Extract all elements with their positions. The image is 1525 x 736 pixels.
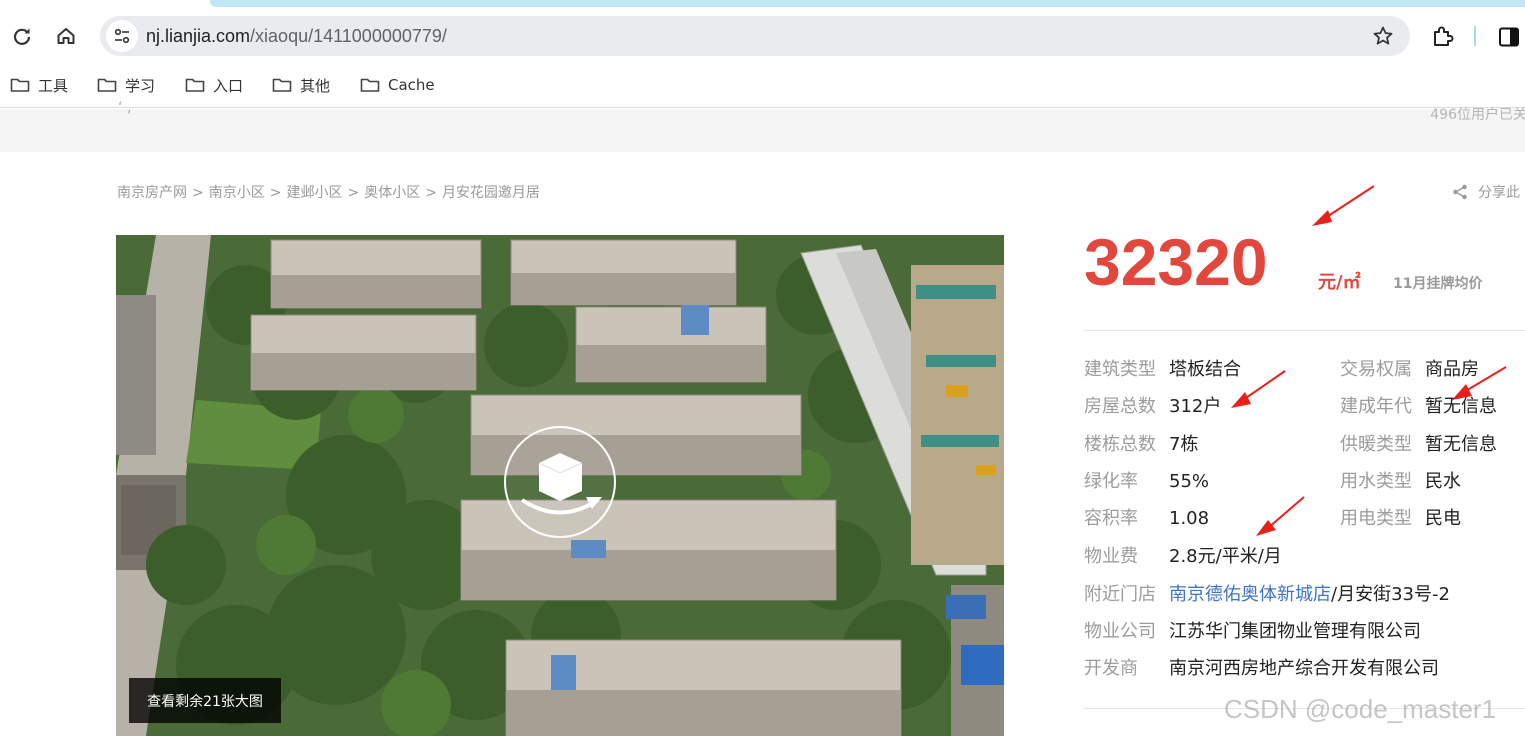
breadcrumb-separator: > bbox=[192, 185, 204, 201]
price-divider bbox=[1084, 330, 1525, 331]
bookmark-label: Cache bbox=[388, 76, 435, 94]
home-icon[interactable] bbox=[52, 22, 80, 50]
extensions-icon[interactable] bbox=[1430, 24, 1456, 50]
info-label: 供暖类型 bbox=[1340, 434, 1412, 455]
folder-icon bbox=[97, 78, 117, 92]
breadcrumb-item[interactable]: 建邺小区 bbox=[286, 185, 342, 201]
view-more-photos-button[interactable]: 查看剩余21张大图 bbox=[129, 678, 281, 723]
info-label: 开发商 bbox=[1084, 658, 1138, 679]
vr-360-icon[interactable] bbox=[504, 426, 616, 538]
bookmark-folder-tools[interactable]: 工具 bbox=[10, 74, 68, 96]
annotation-arrow-price bbox=[1312, 185, 1375, 226]
address-bar[interactable]: nj.lianjia.com/xiaoqu/1411000000779/ bbox=[100, 16, 1410, 56]
info-value: 55% bbox=[1169, 471, 1210, 492]
bookmark-label: 学习 bbox=[125, 76, 156, 95]
reload-icon[interactable] bbox=[8, 22, 36, 50]
breadcrumb-current[interactable]: 月安花园邀月居 bbox=[442, 185, 540, 201]
bookmark-folder-cache[interactable]: Cache bbox=[360, 74, 435, 96]
tab-strip bbox=[0, 0, 1525, 8]
breadcrumb-separator: > bbox=[425, 185, 437, 201]
annotation-arrow-property-fee bbox=[1256, 496, 1305, 536]
average-price: 32320 bbox=[1084, 225, 1268, 299]
info-label: 建筑类型 bbox=[1084, 359, 1156, 380]
site-info-icon[interactable] bbox=[106, 20, 138, 52]
nearby-store-link[interactable]: 南京德佑奥体新城店 bbox=[1169, 584, 1331, 605]
toolbar-divider bbox=[1474, 26, 1476, 46]
bookmark-folder-other[interactable]: 其他 bbox=[272, 74, 330, 96]
info-label: 建成年代 bbox=[1340, 396, 1412, 417]
bookmark-label: 工具 bbox=[38, 76, 69, 95]
breadcrumb-separator: > bbox=[269, 185, 282, 201]
community-aerial-photo[interactable]: 查看剩余21张大图 bbox=[116, 235, 1004, 736]
info-label: 楼栋总数 bbox=[1084, 434, 1156, 455]
breadcrumb-item[interactable]: 南京小区 bbox=[209, 185, 265, 201]
price-note: 11月挂牌均价 bbox=[1393, 276, 1483, 292]
info-value: 2.8元/平米/月 bbox=[1169, 546, 1282, 567]
info-value: 民水 bbox=[1425, 471, 1461, 492]
share-icon bbox=[1453, 184, 1467, 200]
share-label: 分享此 bbox=[1478, 185, 1520, 201]
info-label: 用电类型 bbox=[1340, 508, 1412, 529]
bookmark-folder-study[interactable]: 学习 bbox=[97, 74, 155, 96]
store-address: /月安街33号-2 bbox=[1331, 584, 1450, 605]
breadcrumb-item[interactable]: 奥体小区 bbox=[364, 185, 420, 201]
info-label: 交易权属 bbox=[1340, 359, 1412, 380]
tab-bar bbox=[210, 0, 1525, 7]
folder-icon bbox=[360, 78, 380, 92]
info-value: 暂无信息 bbox=[1425, 434, 1497, 455]
aerial-image bbox=[116, 235, 1004, 736]
info-value: 312户 bbox=[1169, 396, 1222, 417]
bookmark-folder-entry[interactable]: 入口 bbox=[185, 74, 243, 96]
breadcrumb-item[interactable]: 南京房产网 bbox=[117, 185, 187, 201]
info-value: 1.08 bbox=[1169, 508, 1210, 529]
info-value: 南京河西房地产综合开发有限公司 bbox=[1169, 658, 1439, 679]
bookmark-label: 入口 bbox=[213, 76, 244, 95]
folder-icon bbox=[185, 78, 205, 92]
side-panel-icon[interactable] bbox=[1498, 26, 1520, 48]
folder-icon bbox=[10, 78, 30, 92]
breadcrumb: 南京房产网 > 南京小区 > 建邺小区 > 奥体小区 > 月安花园邀月居 bbox=[117, 182, 540, 202]
breadcrumb-separator: > bbox=[347, 185, 360, 201]
info-value: 南京德佑奥体新城店/月安街33号-2 bbox=[1169, 583, 1450, 607]
url-text: nj.lianjia.com/xiaoqu/1411000000779/ bbox=[146, 26, 447, 46]
annotation-arrow-build-year bbox=[1452, 366, 1507, 400]
info-label: 容积率 bbox=[1084, 508, 1138, 529]
info-label: 房屋总数 bbox=[1084, 396, 1156, 417]
info-value: 民电 bbox=[1425, 508, 1461, 529]
info-label: 绿化率 bbox=[1084, 471, 1138, 492]
info-value: 7栋 bbox=[1169, 434, 1199, 455]
buyers-count-text: 496位用户已关 bbox=[1430, 107, 1525, 123]
header-band: ‘ ‚ 496位用户已关 bbox=[0, 100, 1525, 152]
info-value: 江苏华门集团物业管理有限公司 bbox=[1169, 621, 1421, 642]
info-label: 物业费 bbox=[1084, 546, 1138, 567]
annotation-arrow-households bbox=[1231, 370, 1286, 408]
header-stub-text: ‘ ‚ bbox=[118, 100, 132, 116]
info-label: 物业公司 bbox=[1084, 621, 1156, 642]
browser-toolbar: nj.lianjia.com/xiaoqu/1411000000779/ bbox=[0, 8, 1525, 64]
info-label: 用水类型 bbox=[1340, 471, 1412, 492]
bookmark-star-icon[interactable] bbox=[1372, 25, 1394, 47]
price-unit: 元/㎡ bbox=[1318, 272, 1361, 293]
folder-icon bbox=[272, 78, 292, 92]
info-label: 附近门店 bbox=[1084, 584, 1156, 605]
bookmark-label: 其他 bbox=[300, 76, 331, 95]
csdn-watermark: CSDN @code_master1 bbox=[1224, 694, 1497, 724]
share-button[interactable]: 分享此 bbox=[1452, 182, 1520, 202]
bookmarks-bar: 工具 学习 入口 其他 Cache bbox=[0, 64, 1525, 108]
